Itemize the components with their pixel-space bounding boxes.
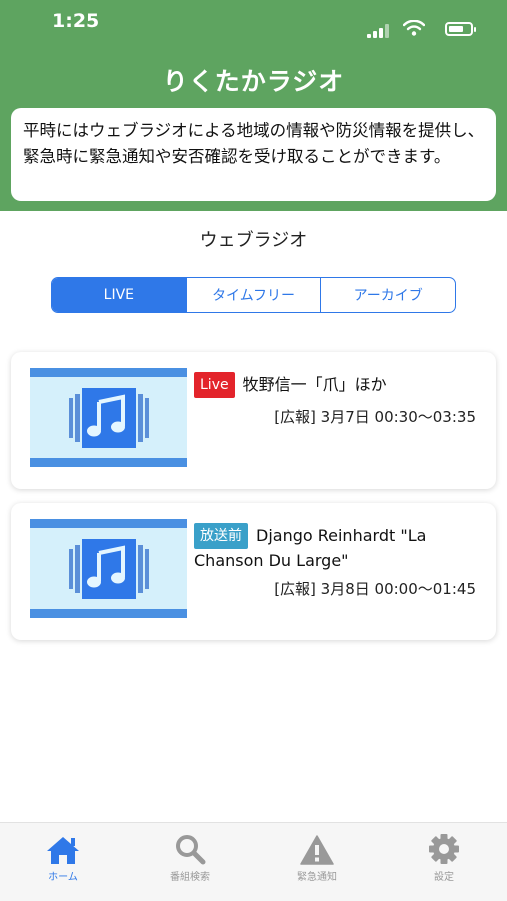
gear-icon — [429, 834, 459, 864]
tab-bar: ホーム 番組検索 緊急通知 設定 — [0, 822, 507, 901]
warning-icon — [300, 835, 334, 865]
segmented-control: LIVE タイムフリー アーカイブ — [51, 277, 456, 313]
tab-search[interactable]: 番組検索 — [150, 831, 230, 883]
segment-live[interactable]: LIVE — [52, 278, 186, 312]
app-header: 1:25 りくたかラジオ 平時にはウェブラジオによる地域の情報や防災情報を提供し… — [0, 0, 507, 211]
program-card[interactable]: 放送前 Django Reinhardt "La Chanson Du Large… — [11, 503, 496, 640]
program-thumbnail — [30, 519, 187, 618]
music-note-icon — [69, 539, 149, 599]
program-meta: [広報] 3月8日 00:00〜01:45 — [274, 580, 476, 598]
battery-icon — [445, 22, 476, 36]
home-icon — [47, 837, 79, 864]
program-title-line: Live 牧野信一「爪」ほか — [194, 372, 484, 398]
tab-home[interactable]: ホーム — [23, 831, 103, 883]
program-thumbnail — [30, 368, 187, 467]
tab-home-label: ホーム — [48, 872, 78, 883]
pre-broadcast-badge: 放送前 — [194, 523, 248, 549]
segment-timefree[interactable]: タイムフリー — [185, 278, 321, 312]
status-bar: 1:25 — [0, 0, 507, 48]
tab-settings-label: 設定 — [434, 872, 454, 883]
program-meta: [広報] 3月7日 00:30〜03:35 — [274, 408, 476, 426]
cellular-signal-icon — [367, 24, 389, 38]
search-icon — [176, 835, 206, 865]
music-note-icon — [69, 388, 149, 448]
section-title: ウェブラジオ — [199, 230, 308, 251]
status-time: 1:25 — [52, 10, 100, 32]
tab-settings[interactable]: 設定 — [404, 831, 484, 883]
program-title-line: 放送前 Django Reinhardt "La Chanson Du Large… — [194, 523, 484, 573]
notice-box: 平時にはウェブラジオによる地域の情報や防災情報を提供し、緊急時に緊急通知や安否確… — [11, 108, 496, 201]
program-title: 牧野信一「爪」ほか — [242, 375, 387, 394]
tab-emergency[interactable]: 緊急通知 — [277, 831, 357, 883]
tab-search-label: 番組検索 — [170, 872, 210, 883]
wifi-icon — [403, 20, 425, 36]
live-badge: Live — [194, 372, 235, 398]
tab-emergency-label: 緊急通知 — [297, 872, 337, 883]
app-title: りくたかラジオ — [162, 67, 345, 96]
segment-archive[interactable]: アーカイブ — [320, 278, 455, 312]
program-card[interactable]: Live 牧野信一「爪」ほか [広報] 3月7日 00:30〜03:35 — [11, 352, 496, 489]
